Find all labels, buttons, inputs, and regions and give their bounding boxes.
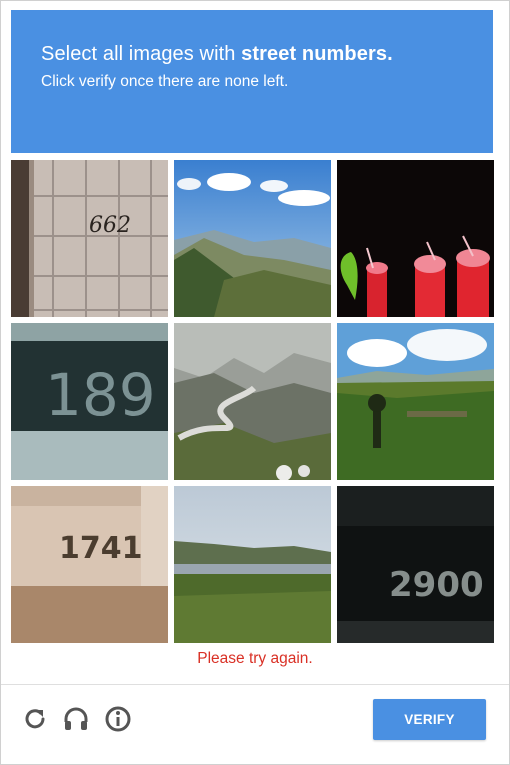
tile-9-number: 2900	[389, 565, 484, 605]
captcha-dialog: Select all images with street numbers. C…	[0, 0, 510, 765]
tile-3-image	[337, 160, 494, 317]
audio-challenge-button[interactable]	[62, 705, 90, 733]
image-tile-4[interactable]: 189	[11, 323, 168, 480]
tile-8-image	[174, 486, 331, 643]
instruction-header: Select all images with street numbers. C…	[11, 10, 493, 153]
reload-button[interactable]	[21, 705, 49, 733]
tile-9-image: 2900	[337, 486, 494, 643]
error-message: Please try again.	[197, 650, 313, 667]
image-tile-1[interactable]: 662	[11, 160, 168, 317]
tile-5-image	[174, 323, 331, 480]
headphones-icon	[64, 707, 88, 730]
verify-button[interactable]: VERIFY	[373, 699, 486, 740]
reload-icon	[25, 709, 45, 729]
tile-6-image	[337, 323, 494, 480]
tile-7-number: 1741	[59, 531, 143, 566]
image-tile-3[interactable]	[337, 160, 494, 317]
instruction-subtitle: Click verify once there are none left.	[41, 73, 289, 90]
image-tile-9[interactable]: 2900	[337, 486, 494, 643]
help-button[interactable]	[104, 705, 132, 733]
image-tile-8[interactable]	[174, 486, 331, 643]
instruction-title: Select all images with street numbers.	[41, 43, 393, 65]
target-object: street numbers.	[241, 43, 393, 65]
info-icon	[105, 706, 131, 732]
tile-1-number: 662	[89, 213, 131, 238]
image-grid: 662 189 1741 2900	[11, 160, 495, 643]
footer-divider	[1, 684, 509, 685]
image-tile-7[interactable]: 1741	[11, 486, 168, 643]
image-tile-5[interactable]	[174, 323, 331, 480]
image-tile-6[interactable]	[337, 323, 494, 480]
tile-2-image	[174, 160, 331, 317]
tile-7-image: 1741	[11, 486, 168, 643]
tile-4-image: 189	[11, 323, 168, 480]
tile-4-number: 189	[45, 361, 156, 429]
image-tile-2[interactable]	[174, 160, 331, 317]
tile-1-image: 662	[11, 160, 168, 317]
